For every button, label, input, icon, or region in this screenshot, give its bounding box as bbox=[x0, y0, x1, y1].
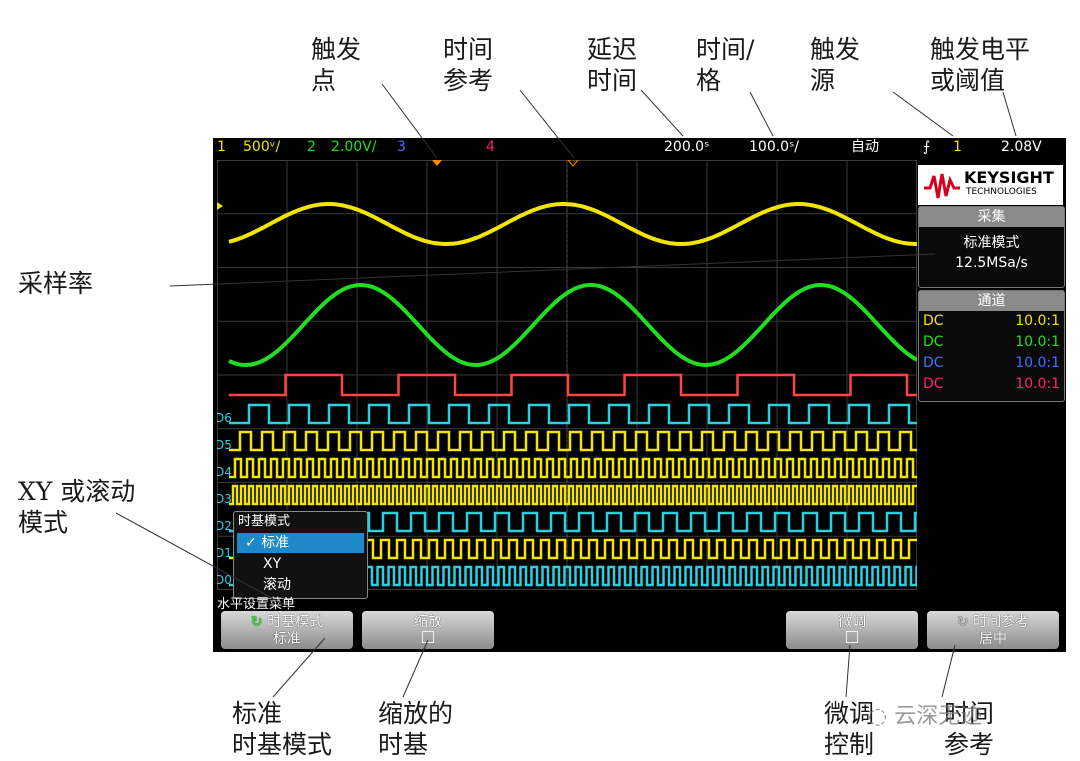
time-mode-menu-title: 时基模式 bbox=[238, 514, 291, 529]
bus-trace bbox=[229, 373, 917, 397]
time-reference-marker[interactable] bbox=[567, 160, 579, 167]
ch3-number[interactable]: 3 bbox=[397, 138, 406, 156]
ch1-number[interactable]: 1 bbox=[217, 138, 226, 156]
zoom-softkey[interactable]: 缩放 bbox=[362, 611, 494, 649]
ch4-number[interactable]: 4 bbox=[486, 138, 495, 156]
zoom-softkey-title: 缩放 bbox=[414, 614, 442, 630]
time-mode-softkey[interactable]: ↻ 时基模式 标准 bbox=[221, 611, 353, 649]
annotation-delay-time: 延迟 时间 bbox=[587, 35, 638, 95]
digital-label-D6: D6 bbox=[217, 411, 232, 425]
annotation-normal-timebase: 标准 时基模式 bbox=[232, 699, 333, 759]
oscilloscope-screen: 1 500ᵛ/ 2 2.00V/ 3 4 200.0ˢ 100.0ˢ/ 自动 ⨍… bbox=[213, 138, 1066, 652]
digital-trace-0 bbox=[229, 403, 917, 425]
annotation-sample-rate: 采样率 bbox=[18, 269, 94, 298]
digital-label-D0: D0 bbox=[217, 573, 232, 587]
fine-softkey-title: 微调 bbox=[838, 614, 866, 630]
channel-row-1: DC 10.0:1 bbox=[919, 311, 1064, 332]
horizontal-menu-label: 水平设置菜单 bbox=[217, 597, 296, 612]
annotation-fine-control: 微调 控制 bbox=[824, 699, 875, 759]
digital-label-D4: D4 bbox=[217, 465, 232, 479]
channel-probe-ratio: 10.0:1 bbox=[1015, 355, 1060, 371]
trigger-mode[interactable]: 自动 bbox=[851, 138, 879, 156]
channel-coupling: DC bbox=[923, 334, 944, 350]
channel-row-3: DC 10.0:1 bbox=[919, 353, 1064, 374]
trigger-source[interactable]: 1 bbox=[953, 138, 962, 156]
brand-name: KEYSIGHT bbox=[964, 168, 1054, 187]
digital-label-D3: D3 bbox=[217, 492, 232, 506]
digital-label-D1: D1 bbox=[217, 546, 232, 560]
keysight-logo: KEYSIGHT TECHNOLOGIES bbox=[918, 165, 1063, 205]
time-ref-softkey-title: 时间参考 bbox=[973, 614, 1030, 630]
channel-probe-ratio: 10.0:1 bbox=[1015, 313, 1060, 329]
channel-panel-title: 通道 bbox=[919, 291, 1064, 311]
digital-trace-3 bbox=[229, 484, 917, 506]
cycle-arrow-icon: ↻ bbox=[956, 614, 974, 630]
time-reference-softkey[interactable]: ↻ 时间参考 居中 bbox=[927, 611, 1059, 649]
channel-probe-ratio: 10.0:1 bbox=[1015, 376, 1060, 392]
digital-trace-1 bbox=[229, 430, 917, 452]
keysight-wave-icon bbox=[924, 173, 960, 199]
annotation-time-reference: 时间 参考 bbox=[443, 35, 494, 95]
ch2-waveform bbox=[228, 283, 917, 367]
sample-rate: 12.5MSa/s bbox=[955, 255, 1028, 271]
watermark: ◌ 云深无迹 bbox=[868, 698, 982, 730]
channel-coupling: DC bbox=[923, 376, 944, 392]
delay-value[interactable]: 200.0ˢ bbox=[664, 138, 709, 156]
time-per-div-value[interactable]: 100.0ˢ/ bbox=[749, 138, 799, 156]
time-mode-softkey-value: 标准 bbox=[273, 631, 301, 647]
annotation-trigger-level: 触发电平 或阈值 bbox=[930, 35, 1031, 95]
acquire-panel-title: 采集 bbox=[919, 207, 1064, 227]
menu-item-xy[interactable]: XY bbox=[237, 554, 364, 574]
fine-checkbox[interactable] bbox=[846, 631, 858, 643]
checkmark-icon: ✓ bbox=[245, 535, 262, 551]
annotation-zoomed-timebase: 缩放的 时基 bbox=[378, 699, 454, 759]
rising-edge-icon: ⨍ bbox=[923, 139, 931, 155]
channel-row-4: DC 10.0:1 bbox=[919, 374, 1064, 395]
annotation-time-per-div: 时间/ 格 bbox=[696, 35, 755, 95]
fine-softkey[interactable]: 微调 bbox=[786, 611, 918, 649]
time-mode-softkey-title: 时基模式 bbox=[267, 614, 324, 630]
digital-trace-2 bbox=[229, 457, 917, 479]
menu-item-roll[interactable]: 滚动 bbox=[237, 575, 364, 595]
channel-panel: 通道 DC 10.0:1 DC 10.0:1 DC 10.0:1 DC 10.0:1 bbox=[918, 290, 1065, 402]
ch2-number[interactable]: 2 bbox=[307, 138, 316, 156]
acquire-mode: 标准模式 bbox=[963, 235, 1020, 251]
annotation-trigger-point: 触发 点 bbox=[311, 35, 362, 95]
time-mode-menu: 时基模式 ✓ 标准 XY 滚动 bbox=[233, 511, 368, 599]
trigger-level-marker[interactable] bbox=[217, 202, 223, 210]
digital-label-D2: D2 bbox=[217, 519, 232, 533]
watermark-text: 云深无迹 bbox=[894, 704, 983, 729]
ch1-waveform bbox=[228, 202, 917, 246]
channel-probe-ratio: 10.0:1 bbox=[1015, 334, 1060, 350]
brand-sub: TECHNOLOGIES bbox=[966, 187, 1037, 197]
acquire-panel: 采集 标准模式 12.5MSa/s bbox=[918, 206, 1065, 288]
annotation-trigger-source: 触发 源 bbox=[810, 35, 861, 95]
ch1-scale[interactable]: 500ᵛ/ bbox=[243, 138, 280, 156]
menu-item-normal-label: 标准 bbox=[261, 535, 290, 551]
ch2-scale[interactable]: 2.00V/ bbox=[331, 138, 376, 156]
trigger-level[interactable]: 2.08V bbox=[1001, 138, 1042, 156]
cycle-arrow-icon: ↻ bbox=[250, 614, 268, 630]
time-ref-softkey-value: 居中 bbox=[979, 631, 1007, 647]
annotation-xy-roll-mode: XY 或滚动 模式 bbox=[18, 477, 136, 537]
menu-item-normal[interactable]: ✓ 标准 bbox=[237, 533, 364, 553]
channel-coupling: DC bbox=[923, 313, 944, 329]
digital-label-D5: D5 bbox=[217, 438, 232, 452]
wechat-icon: ◌ bbox=[868, 704, 888, 729]
channel-row-2: DC 10.0:1 bbox=[919, 332, 1064, 353]
zoom-checkbox[interactable] bbox=[422, 631, 434, 643]
channel-coupling: DC bbox=[923, 355, 944, 371]
trigger-point-marker[interactable] bbox=[432, 160, 442, 166]
